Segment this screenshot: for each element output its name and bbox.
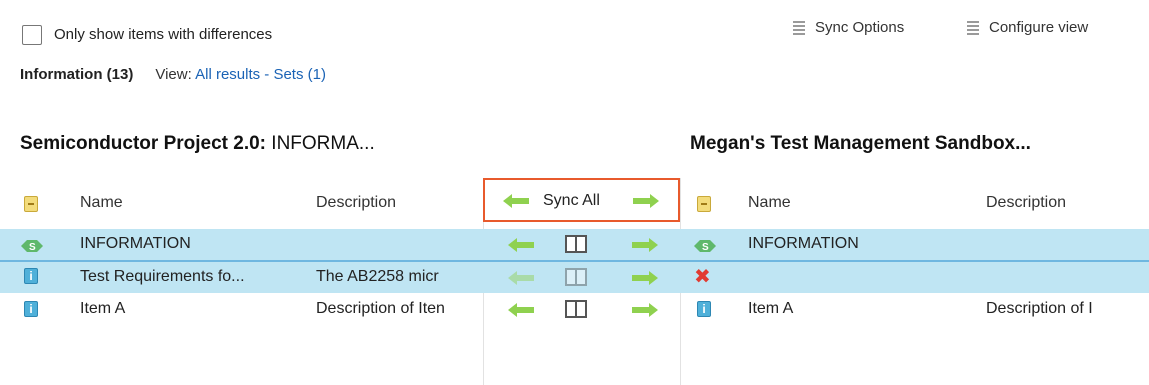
left-project-name: Semiconductor Project 2.0: (20, 133, 267, 154)
right-name-header[interactable]: Name (748, 194, 791, 212)
sync-left-arrow-icon[interactable] (508, 303, 534, 317)
sync-all-label: Sync All (543, 192, 600, 209)
svg-text:S: S (29, 242, 36, 253)
list-icon (967, 20, 979, 35)
type-column-icon (24, 196, 38, 212)
right-name-cell: Item A (748, 300, 794, 317)
left-panel-title: Semiconductor Project 2.0: INFORMA... (20, 133, 375, 155)
right-panel-title: Megan's Test Management Sandbox... (690, 133, 1031, 154)
list-icon (793, 20, 805, 35)
right-name-cell: INFORMATION (748, 235, 859, 252)
compare-row[interactable]: i Item A Description of Iten i Item A De… (0, 294, 1149, 325)
view-prefix: View: (155, 66, 192, 83)
set-icon: S (694, 240, 716, 253)
sync-all-button[interactable]: Sync All (483, 178, 680, 222)
type-column-icon (697, 196, 711, 212)
left-name-cell: Item A (80, 300, 126, 317)
sync-left-arrow-icon[interactable] (508, 271, 534, 285)
info-bar: Information (13) View: All results - Set… (20, 66, 326, 83)
grid-header: Name Description Sync All Name Descripti… (0, 178, 1149, 224)
toolbar: Only show items with differences Sync Op… (0, 0, 1149, 60)
left-name-header[interactable]: Name (80, 194, 123, 212)
differences-checkbox-label[interactable]: Only show items with differences (54, 26, 272, 43)
left-set-name: INFORMA... (266, 133, 375, 154)
sync-right-arrow-icon[interactable] (632, 271, 658, 285)
info-item-icon: i (697, 301, 711, 317)
info-item-icon: i (24, 301, 38, 317)
compare-row[interactable]: i Test Requirements fo... The AB2258 mic… (0, 260, 1149, 293)
compare-view-icon[interactable] (565, 300, 587, 318)
left-name-cell: Test Requirements fo... (80, 268, 245, 285)
information-tab[interactable]: Information (13) (20, 66, 133, 83)
compare-view-icon[interactable] (565, 268, 587, 286)
configure-view-button[interactable]: Configure view (967, 19, 1088, 36)
left-description-cell: Description of Iten (316, 300, 445, 317)
sync-options-label: Sync Options (815, 19, 905, 36)
compare-view-icon[interactable] (565, 235, 587, 253)
info-item-icon: i (24, 268, 38, 284)
view-selector: View: All results - Sets (1) (155, 66, 326, 83)
svg-text:S: S (702, 242, 709, 253)
sync-right-arrow-icon[interactable] (632, 238, 658, 252)
configure-view-label: Configure view (989, 19, 1089, 36)
left-description-cell: The AB2258 micr (316, 268, 439, 285)
sync-right-arrow-icon (633, 194, 659, 208)
right-description-cell: Description of I (986, 300, 1093, 317)
sync-right-arrow-icon[interactable] (632, 303, 658, 317)
sync-left-arrow-icon (503, 194, 529, 208)
compare-grid: Name Description Sync All Name Descripti… (0, 178, 1149, 385)
differences-checkbox[interactable] (22, 25, 42, 45)
missing-x-icon: ✖ (694, 266, 711, 288)
left-name-cell: INFORMATION (80, 235, 191, 252)
right-description-header[interactable]: Description (986, 194, 1066, 212)
compare-row[interactable]: S INFORMATION S INFORMATION (0, 229, 1149, 260)
sync-options-button[interactable]: Sync Options (793, 19, 904, 36)
view-link[interactable]: All results - Sets (1) (195, 66, 326, 83)
sync-left-arrow-icon[interactable] (508, 238, 534, 252)
set-icon: S (21, 240, 43, 253)
left-description-header[interactable]: Description (316, 194, 396, 212)
